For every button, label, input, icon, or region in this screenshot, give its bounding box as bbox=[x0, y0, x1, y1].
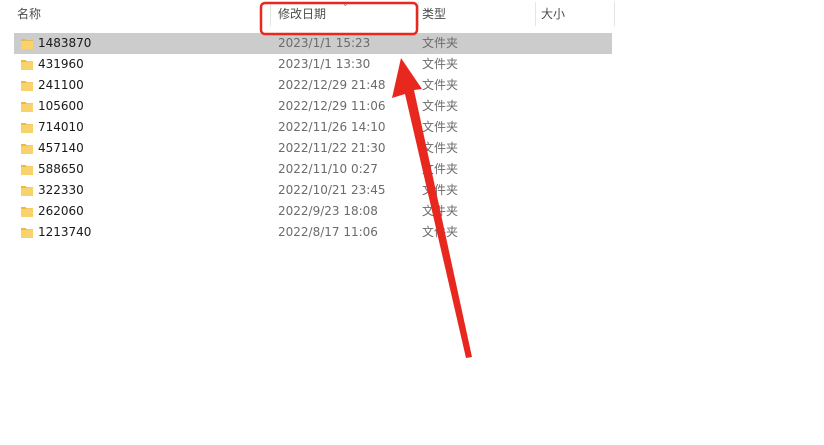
sort-caret-icon: ⌄ bbox=[342, 0, 349, 8]
column-header-bar: 名称 修改日期 ⌄ 类型 大小 bbox=[0, 0, 620, 30]
column-header-name[interactable]: 名称 bbox=[17, 0, 267, 30]
folder-icon bbox=[21, 123, 33, 133]
folder-icon bbox=[21, 228, 33, 238]
file-row[interactable]: 262060 2022/9/23 18:08 文件夹 bbox=[14, 201, 612, 222]
folder-icon bbox=[21, 102, 33, 112]
column-divider[interactable] bbox=[270, 2, 271, 26]
column-divider[interactable] bbox=[535, 2, 536, 26]
file-name: 241100 bbox=[38, 78, 84, 92]
file-row[interactable]: 588650 2022/11/10 0:27 文件夹 bbox=[14, 159, 612, 180]
file-name: 322330 bbox=[38, 183, 84, 197]
file-modified-date: 2023/1/1 13:30 bbox=[278, 57, 371, 71]
file-type: 文件夹 bbox=[422, 57, 459, 71]
column-header-size[interactable]: 大小 bbox=[541, 0, 611, 30]
file-type: 文件夹 bbox=[422, 141, 459, 155]
file-type: 文件夹 bbox=[422, 162, 459, 176]
file-name: 1483870 bbox=[38, 36, 92, 50]
folder-icon bbox=[21, 60, 33, 70]
file-row[interactable]: 322330 2022/10/21 23:45 文件夹 bbox=[14, 180, 612, 201]
file-row[interactable]: 714010 2022/11/26 14:10 文件夹 bbox=[14, 117, 612, 138]
file-row[interactable]: 1483870 2023/1/1 15:23 文件夹 bbox=[14, 33, 612, 54]
file-modified-date: 2022/9/23 18:08 bbox=[278, 204, 378, 218]
file-modified-date: 2023/1/1 15:23 bbox=[278, 36, 371, 50]
folder-icon bbox=[21, 165, 33, 175]
folder-icon bbox=[21, 144, 33, 154]
file-type: 文件夹 bbox=[422, 204, 459, 218]
file-row[interactable]: 241100 2022/12/29 21:48 文件夹 bbox=[14, 75, 612, 96]
file-type: 文件夹 bbox=[422, 78, 459, 92]
column-divider[interactable] bbox=[418, 2, 419, 26]
file-type: 文件夹 bbox=[422, 99, 459, 113]
file-name: 431960 bbox=[38, 57, 84, 71]
file-modified-date: 2022/11/10 0:27 bbox=[278, 162, 378, 176]
file-name: 588650 bbox=[38, 162, 84, 176]
file-type: 文件夹 bbox=[422, 225, 459, 239]
folder-icon bbox=[21, 81, 33, 91]
file-name: 714010 bbox=[38, 120, 84, 134]
file-row[interactable]: 1213740 2022/8/17 11:06 文件夹 bbox=[14, 222, 612, 243]
file-name: 457140 bbox=[38, 141, 84, 155]
folder-icon bbox=[21, 186, 33, 196]
file-row[interactable]: 431960 2023/1/1 13:30 文件夹 bbox=[14, 54, 612, 75]
file-row[interactable]: 457140 2022/11/22 21:30 文件夹 bbox=[14, 138, 612, 159]
folder-icon bbox=[21, 39, 33, 49]
file-type: 文件夹 bbox=[422, 36, 459, 50]
column-divider[interactable] bbox=[614, 2, 615, 26]
file-row[interactable]: 105600 2022/12/29 11:06 文件夹 bbox=[14, 96, 612, 117]
file-modified-date: 2022/12/29 11:06 bbox=[278, 99, 386, 113]
file-name: 105600 bbox=[38, 99, 84, 113]
file-modified-date: 2022/11/26 14:10 bbox=[278, 120, 386, 134]
file-name: 1213740 bbox=[38, 225, 92, 239]
file-modified-date: 2022/10/21 23:45 bbox=[278, 183, 386, 197]
file-type: 文件夹 bbox=[422, 183, 459, 197]
file-modified-date: 2022/11/22 21:30 bbox=[278, 141, 386, 155]
file-modified-date: 2022/8/17 11:06 bbox=[278, 225, 378, 239]
file-name: 262060 bbox=[38, 204, 84, 218]
column-header-type[interactable]: 类型 bbox=[422, 0, 532, 30]
file-modified-date: 2022/12/29 21:48 bbox=[278, 78, 386, 92]
file-type: 文件夹 bbox=[422, 120, 459, 134]
folder-icon bbox=[21, 207, 33, 217]
